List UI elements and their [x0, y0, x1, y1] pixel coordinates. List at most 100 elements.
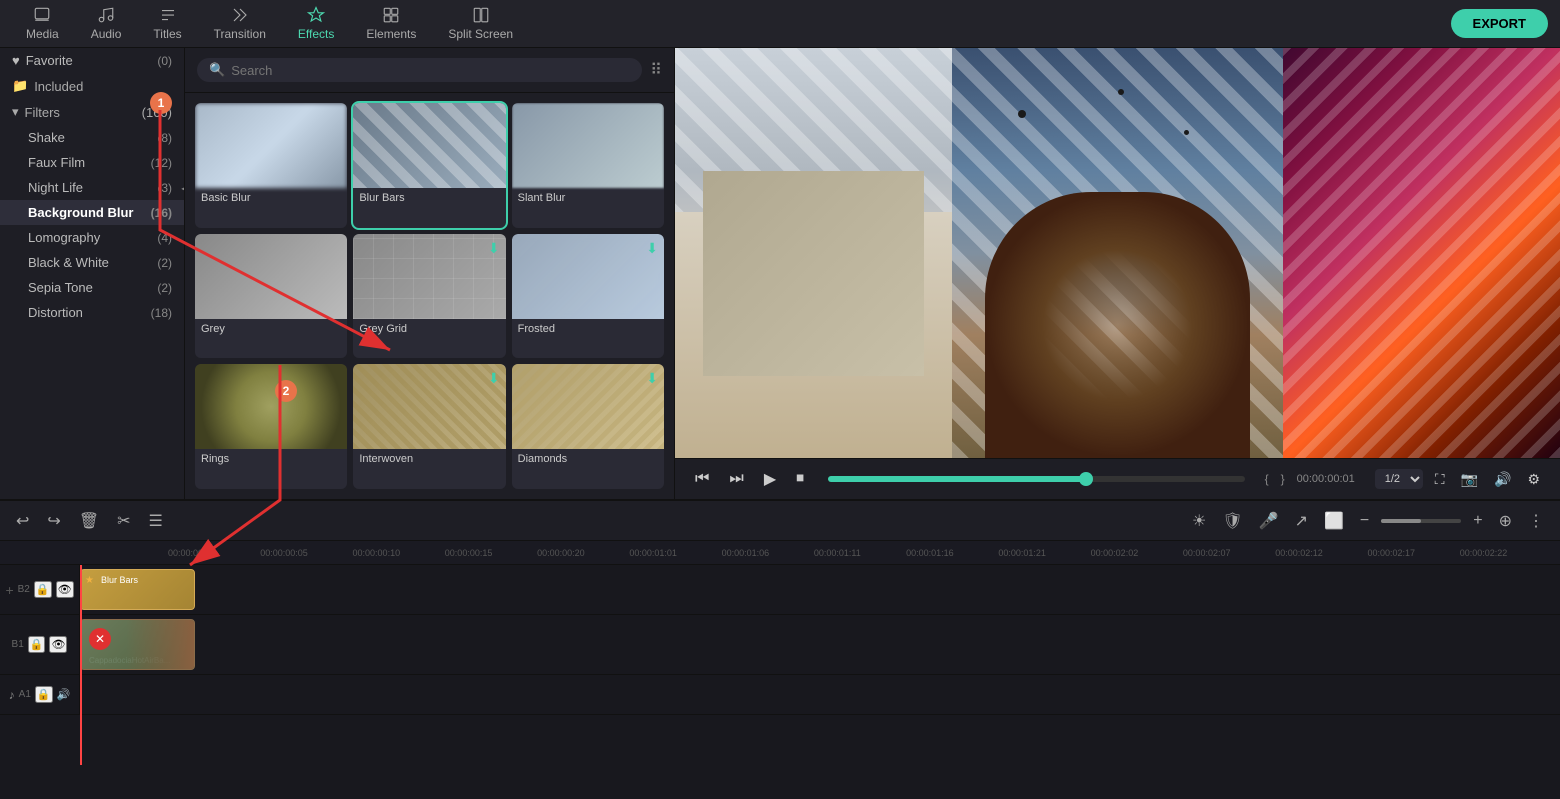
- effect-thumb-rings: [195, 364, 347, 449]
- effect-item-basic-blur[interactable]: Basic Blur: [195, 103, 347, 228]
- mic-icon[interactable]: 🎤: [1255, 507, 1283, 535]
- sidebar-item-faux-film[interactable]: Faux Film (12): [0, 150, 184, 175]
- frosted-download-icon[interactable]: ⬇: [646, 240, 658, 257]
- track-label-1: B1 🔒 👁: [0, 615, 80, 674]
- playhead[interactable]: [80, 565, 82, 765]
- track-1-clip[interactable]: ✕ CappadociaHotAirBa...: [80, 619, 195, 670]
- sepia-count: (2): [157, 281, 172, 295]
- sidebar-item-distortion[interactable]: Distortion (18): [0, 300, 184, 325]
- caption-icon[interactable]: ⬜: [1320, 507, 1348, 535]
- nav-item-elements[interactable]: Elements: [352, 0, 430, 47]
- track-2-content: ★ Blur Bars: [80, 565, 1560, 614]
- badge-step-1: 1: [150, 92, 172, 114]
- search-input[interactable]: [231, 63, 630, 78]
- settings-button[interactable]: ⚙: [1523, 467, 1544, 492]
- effect-item-slant-blur[interactable]: Slant Blur: [512, 103, 664, 228]
- play-pause-button[interactable]: ▶: [760, 465, 780, 493]
- export-button[interactable]: EXPORT: [1451, 9, 1548, 38]
- fullscreen-button[interactable]: ⛶: [1431, 467, 1449, 492]
- nav-item-effects[interactable]: Effects: [284, 0, 348, 47]
- bw-count: (2): [157, 256, 172, 270]
- nav-item-titles[interactable]: Titles: [139, 0, 195, 47]
- audio-lock[interactable]: 🔒: [35, 686, 53, 703]
- snapshot-button[interactable]: 📷: [1457, 467, 1482, 492]
- preview-area: ⏮ ⏭ ▶ ⏹ { } 00:00:00:01 1/21/12/1 ⛶ 📷 🔊 …: [675, 48, 1560, 499]
- effect-item-diamonds[interactable]: ⬇ Diamonds: [512, 364, 664, 489]
- undo-button[interactable]: ↩: [12, 507, 33, 535]
- audio-track-content: [80, 675, 1560, 715]
- effect-label-grey-grid: Grey Grid: [353, 319, 505, 339]
- nav-item-transition[interactable]: Transition: [200, 0, 280, 47]
- nav-item-media[interactable]: Media: [12, 0, 73, 47]
- effect-thumb-frosted: [512, 234, 664, 319]
- sidebar-item-black-white[interactable]: Black & White (2): [0, 250, 184, 275]
- favorite-count: (0): [157, 54, 172, 68]
- track-2-clip[interactable]: ★ Blur Bars: [80, 569, 195, 610]
- zoom-in-icon[interactable]: +: [1469, 508, 1486, 534]
- effect-item-grey-grid[interactable]: ⬇ Grey Grid: [353, 234, 505, 359]
- effect-item-frosted[interactable]: ⬇ Frosted: [512, 234, 664, 359]
- add-track-icon[interactable]: +: [5, 582, 13, 598]
- badge-step-2: 2: [275, 380, 297, 402]
- shield-icon[interactable]: 🛡: [1218, 507, 1246, 535]
- audio-volume[interactable]: 🔊: [57, 688, 71, 701]
- rewind-button[interactable]: ⏮: [691, 466, 713, 492]
- effect-label-diamonds: Diamonds: [512, 449, 664, 469]
- sidebar-item-lomography[interactable]: Lomography (4): [0, 225, 184, 250]
- sidebar-item-favorite[interactable]: ♥ Favorite (0): [0, 48, 184, 73]
- track-2-lock[interactable]: 🔒: [34, 581, 52, 598]
- grey-grid-download-icon[interactable]: ⬇: [488, 240, 500, 257]
- effect-item-rings[interactable]: Rings: [195, 364, 347, 489]
- sidebar-item-night-life[interactable]: Night Life (3) ◀: [0, 175, 184, 200]
- track-2-clip-label: Blur Bars: [97, 573, 142, 587]
- interwoven-download-icon[interactable]: ⬇: [488, 370, 500, 387]
- nav-item-audio[interactable]: Audio: [77, 0, 136, 47]
- effect-item-grey[interactable]: Grey: [195, 234, 347, 359]
- grid-layout-icon[interactable]: ⠿: [650, 60, 662, 80]
- add-icon[interactable]: ⊕: [1495, 507, 1516, 535]
- effect-item-blur-bars[interactable]: Blur Bars: [353, 103, 505, 228]
- cut-button[interactable]: ✂: [113, 507, 134, 535]
- sidebar-item-background-blur[interactable]: Background Blur (16): [0, 200, 184, 225]
- sun-icon[interactable]: ☀: [1188, 507, 1210, 535]
- folder-icon: 📁: [12, 78, 28, 94]
- effect-label-interwoven: Interwoven: [353, 449, 505, 469]
- menu-button[interactable]: ☰: [145, 507, 167, 535]
- sidebar-item-sepia[interactable]: Sepia Tone (2): [0, 275, 184, 300]
- stop-button[interactable]: ⏹: [792, 466, 808, 492]
- step-back-button[interactable]: ⏭: [725, 466, 747, 492]
- track-2-eye[interactable]: 👁: [56, 581, 74, 598]
- diamonds-download-icon[interactable]: ⬇: [646, 370, 658, 387]
- top-nav: Media Audio Titles Transition Effects El…: [0, 0, 1560, 48]
- effect-item-interwoven[interactable]: ⬇ Interwoven: [353, 364, 505, 489]
- music-icon: ♪: [9, 688, 15, 702]
- ratio-select[interactable]: 1/21/12/1: [1375, 469, 1423, 489]
- redo-button[interactable]: ↪: [43, 507, 64, 535]
- effect-label-blur-bars: Blur Bars: [353, 188, 505, 208]
- shake-count: (8): [157, 131, 172, 145]
- progress-handle[interactable]: [1079, 472, 1093, 486]
- zoom-out-icon[interactable]: −: [1356, 508, 1373, 534]
- effect-label-basic-blur: Basic Blur: [195, 188, 347, 208]
- zoom-slider[interactable]: [1381, 519, 1461, 523]
- volume-button[interactable]: 🔊: [1490, 467, 1515, 492]
- preview-panel-3: [1283, 48, 1560, 458]
- share-icon[interactable]: ↗: [1291, 507, 1312, 535]
- background-blur-count: (16): [151, 206, 172, 220]
- track-label-2: + B2 🔒 👁: [0, 565, 80, 614]
- night-life-count: (3): [157, 181, 172, 195]
- timeline-tracks: + B2 🔒 👁 ★ Blur Bars B1 🔒 👁: [0, 565, 1560, 799]
- track-1-lock[interactable]: 🔒: [28, 636, 46, 653]
- effects-panel: 🔍 ⠿ Basic Blur Blur Bars Slant Blur: [185, 48, 675, 499]
- track-1-eye[interactable]: 👁: [49, 636, 67, 653]
- progress-bar-container[interactable]: [828, 476, 1244, 482]
- more-icon[interactable]: ⋮: [1524, 507, 1548, 535]
- heart-icon: ♥: [12, 53, 20, 68]
- sidebar-item-shake[interactable]: Shake (8): [0, 125, 184, 150]
- cancel-icon[interactable]: ✕: [89, 628, 111, 650]
- search-box[interactable]: 🔍: [197, 58, 642, 82]
- nav-item-split-screen[interactable]: Split Screen: [434, 0, 527, 47]
- preview-panel-2: [952, 48, 1284, 458]
- preview-panel-1: [675, 48, 952, 458]
- delete-button[interactable]: 🗑: [75, 507, 103, 535]
